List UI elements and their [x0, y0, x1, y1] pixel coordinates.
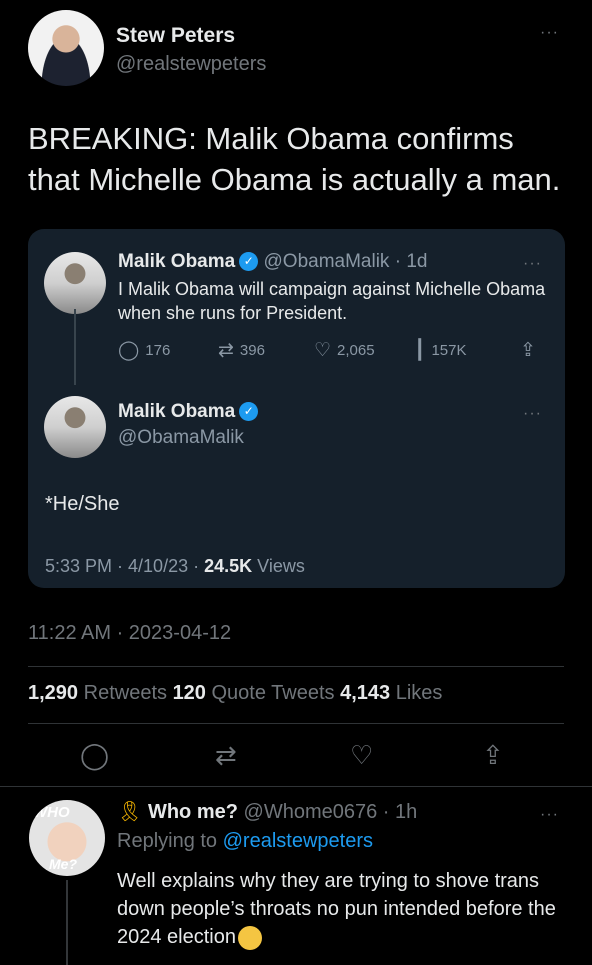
thread-connector-line: [74, 309, 76, 385]
author-handle[interactable]: @realstewpeters: [116, 53, 266, 76]
author-name[interactable]: Stew Peters: [116, 24, 235, 48]
quoted-views-count: 157K: [431, 342, 467, 359]
quoted-parent-author-name[interactable]: Malik Obama: [118, 251, 235, 272]
share-icon: ⇪: [520, 340, 536, 361]
quoted-share-button[interactable]: ⇪: [520, 339, 536, 362]
replying-to-mention[interactable]: @realstewpeters: [223, 830, 373, 852]
reply-text: Well explains why they are trying to sho…: [117, 867, 567, 951]
views-icon: ┃: [414, 340, 426, 361]
quoted-child-timestamp[interactable]: 5:33 PM · 4/10/23 ·: [45, 556, 204, 576]
author-avatar[interactable]: [28, 10, 104, 86]
reply-text-content: Well explains why they are trying to sho…: [117, 870, 556, 948]
quoted-parent-actions: ◯ 176 ⇄ 396 ♡ 2,065 ┃ 157K ⇪: [118, 339, 548, 367]
quoted-child-views-label: Views: [257, 556, 305, 576]
reply-author-handle[interactable]: @Whome0676: [244, 801, 378, 823]
likes-count[interactable]: 4,143: [340, 682, 390, 704]
quoted-child-avatar[interactable]: [44, 396, 106, 458]
divider: [28, 666, 564, 667]
more-options-icon[interactable]: ···: [540, 25, 559, 41]
tweet-timestamp[interactable]: 11:22 AM · 2023-04-12: [28, 622, 231, 645]
ribbon-icon: 🎗: [117, 801, 143, 823]
quoted-parent-handle[interactable]: @ObamaMalik: [264, 251, 390, 272]
retweets-label[interactable]: Retweets: [84, 682, 167, 704]
quoted-child-author-name[interactable]: Malik Obama: [118, 401, 235, 422]
like-icon[interactable]: ♡: [350, 740, 373, 771]
quoted-tweet-card[interactable]: Malik Obama ✓ @ObamaMalik · 1d ··· I Mali…: [28, 229, 565, 588]
reply-author-avatar[interactable]: WHO Me?: [29, 800, 105, 876]
reply-icon[interactable]: ◯: [80, 740, 109, 771]
quoted-child-views-count: 24.5K: [204, 556, 253, 576]
quoted-parent-time[interactable]: · 1d: [395, 251, 428, 272]
quoted-parent-avatar[interactable]: [44, 252, 106, 314]
tweet-stats: 1,290 Retweets 120 Quote Tweets 4,143 Li…: [28, 682, 442, 705]
quoted-like-count: 2,065: [337, 342, 375, 359]
divider: [0, 786, 592, 787]
quoted-retweet-button[interactable]: ⇄ 396: [218, 339, 265, 362]
reply-time[interactable]: · 1h: [383, 801, 417, 823]
quoted-reply-button[interactable]: ◯ 176: [118, 339, 170, 362]
thread-connector-line: [66, 880, 68, 965]
quoted-views-button[interactable]: ┃ 157K: [414, 339, 467, 362]
avatar-caption-bottom: Me?: [49, 856, 77, 872]
quoted-reply-count: 176: [145, 342, 171, 359]
quoted-child-more-icon[interactable]: ···: [523, 406, 542, 422]
like-icon: ♡: [314, 340, 332, 361]
reply-more-icon[interactable]: ···: [540, 807, 559, 823]
quoted-parent-text: I Malik Obama will campaign against Mich…: [118, 279, 546, 323]
verified-badge-icon: ✓: [239, 252, 259, 272]
quoted-parent-more-icon[interactable]: ···: [523, 256, 542, 272]
retweet-icon: ⇄: [218, 340, 234, 361]
quoted-retweet-count: 396: [239, 342, 265, 359]
face-emoji-icon: [237, 925, 262, 950]
quote-tweets-count[interactable]: 120: [173, 682, 206, 704]
retweets-count[interactable]: 1,290: [28, 682, 78, 704]
replying-to-label: Replying to: [117, 830, 218, 852]
tweet-action-bar: ◯ ⇄ ♡ ⇪: [0, 740, 592, 776]
verified-badge-icon: ✓: [239, 402, 259, 422]
quoted-like-button[interactable]: ♡ 2,065: [314, 339, 375, 362]
share-icon[interactable]: ⇪: [482, 740, 504, 771]
retweet-icon[interactable]: ⇄: [215, 740, 237, 771]
quoted-child-handle[interactable]: @ObamaMalik: [118, 427, 244, 449]
tweet-text: BREAKING: Malik Obama confirms that Mich…: [28, 121, 561, 197]
avatar-caption-top: WHO: [33, 804, 70, 821]
quoted-child-text: *He/She: [45, 493, 120, 515]
reply-icon: ◯: [118, 340, 140, 361]
quote-tweets-label[interactable]: Quote Tweets: [212, 682, 335, 704]
likes-label[interactable]: Likes: [396, 682, 443, 704]
reply-author-name[interactable]: Who me?: [148, 801, 238, 823]
divider: [28, 723, 564, 724]
